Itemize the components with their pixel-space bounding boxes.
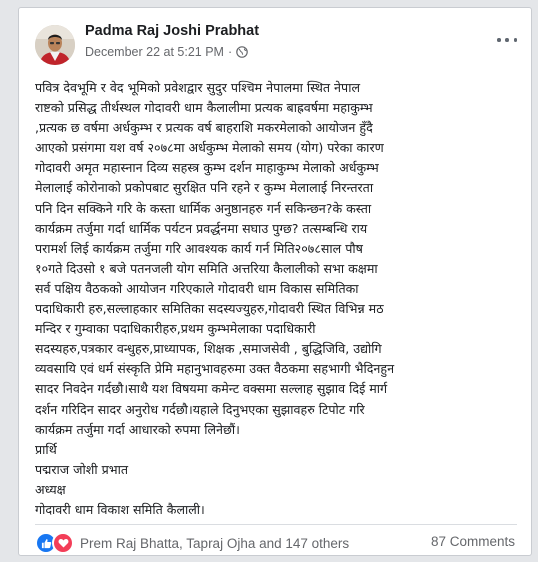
post-text-line: पद्मराज जोशी प्रभात: [35, 461, 129, 477]
reaction-icons: [35, 532, 74, 554]
footer-divider: [35, 524, 517, 525]
post-text-line: सदस्यहरु,पत्रकार वन्धुहरु,प्राध्यापक, शि…: [35, 341, 382, 357]
post-body: पवित्र देवभूमि र वेद भूमिको प्रवेशद्वार …: [35, 78, 521, 520]
post-text-line: कार्यक्रम तर्जुमा गर्दा धार्मिक पर्यटन प…: [35, 220, 368, 236]
post-text-line: दर्शन गरिदिन सादर अनुरोध गर्दछौ।यहाले दि…: [35, 401, 365, 417]
post-text-line: कार्यक्रम तर्जुमा गर्दा आधारको रुपमा लिन…: [35, 421, 240, 437]
love-icon: [52, 532, 74, 554]
facebook-post-card: Padma Raj Joshi Prabhat December 22 at 5…: [18, 7, 532, 556]
post-text-line: प्रार्थि: [35, 441, 57, 457]
post-text-line: अध्यक्ष: [35, 481, 66, 497]
post-text-line: व्यवसायि एवं धर्म संस्कृति प्रेमि महानुभ…: [35, 361, 395, 377]
post-text-line: गोदावरी अमृत महास्नान दिव्य सहस्त्र कुम्…: [35, 160, 379, 176]
post-timestamp[interactable]: December 22 at 5:21 PM: [85, 45, 224, 59]
post-text-line: ,प्रत्यक छ वर्षमा अर्धकुम्भ र प्रत्यक वर…: [35, 120, 373, 136]
post-text-line: मेलालाई कोरोनाको प्रकोपबाट सुरक्षित पनि …: [35, 180, 374, 196]
post-text-line: परामर्श लिई कार्यक्रम तर्जुमा गरि आवश्यक…: [35, 240, 363, 256]
reactions-summary[interactable]: Prem Raj Bhatta, Tapraj Ojha and 147 oth…: [35, 532, 349, 554]
meta-separator: ·: [227, 45, 233, 59]
post-meta: December 22 at 5:21 PM ·: [85, 45, 248, 59]
post-text-line: पनि दिन सक्किने गरि के कस्ता धार्मिक अनु…: [35, 200, 372, 216]
reactions-text[interactable]: Prem Raj Bhatta, Tapraj Ojha and 147 oth…: [80, 536, 349, 551]
avatar[interactable]: [35, 25, 75, 65]
comments-count[interactable]: 87 Comments: [431, 534, 515, 549]
post-text-line: मन्दिर र गुम्वाका पदाधिकारीहरु,प्रथम कुम…: [35, 321, 316, 337]
profile-photo: [35, 25, 75, 65]
post-text-line: आएको प्रसंगमा यश वर्ष २०७८मा अर्धकुम्भ म…: [35, 140, 384, 156]
post-text-line: १०गते दिउसो १ बजे पतनजली योग समिति अत्तर…: [35, 260, 378, 276]
globe-icon: [236, 46, 248, 58]
post-text-line: गोदावरी धाम विकाश समिति कैलाली।: [35, 501, 205, 517]
post-text-line: पदाधिकारी हरु,सल्लाहकार समितिका सदस्यज्य…: [35, 301, 384, 317]
more-options-icon[interactable]: [497, 34, 517, 46]
post-text-line: सर्व पक्षिय वैठकको आयोजन गरिएकाले गोदावर…: [35, 280, 359, 296]
post-text-line: पवित्र देवभूमि र वेद भूमिको प्रवेशद्वार …: [35, 80, 361, 95]
post-text-line: राष्टको प्रसिद्ध तीर्थस्थल गोदावरी धाम क…: [35, 100, 373, 116]
post-author-name[interactable]: Padma Raj Joshi Prabhat: [85, 23, 259, 39]
post-text-line: सादर निवदेन गर्दछौ।साथै यश विषयमा कमेन्ट…: [35, 381, 388, 397]
